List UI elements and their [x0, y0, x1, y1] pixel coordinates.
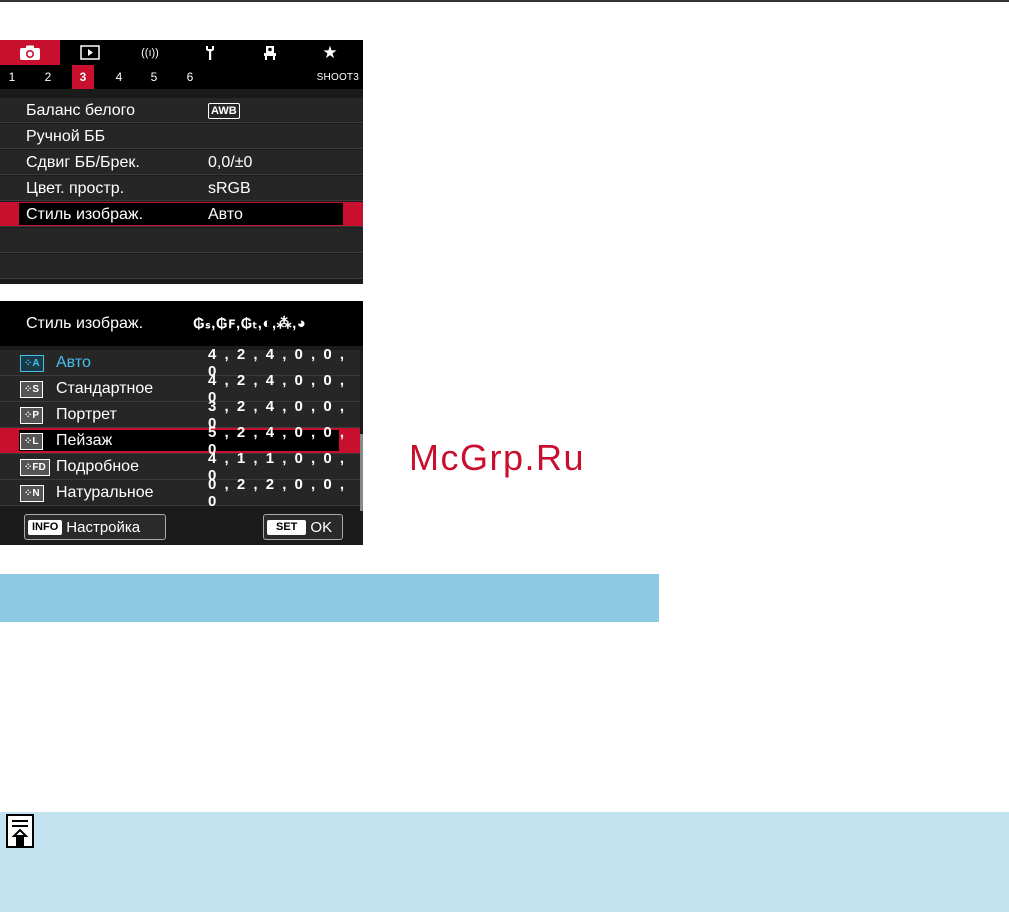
menu-row-empty	[0, 254, 363, 279]
menu-item-label: Ручной ББ	[26, 127, 106, 145]
menu-item-value: Авто	[208, 205, 243, 223]
page-5[interactable]: 5	[143, 65, 165, 89]
page-4[interactable]: 4	[108, 65, 130, 89]
menu-item-label: Стиль изображ.	[26, 205, 144, 223]
detail-set-label: Настройка	[66, 518, 141, 536]
style-auto-icon: ⁘A	[20, 355, 44, 372]
menu-item-picture-style[interactable]: Стиль изображ. Авто	[0, 202, 363, 227]
menu-item-label: Сдвиг ББ/Брек.	[26, 153, 140, 171]
page-3[interactable]: 3	[72, 65, 94, 89]
watermark: McGrp.Ru	[409, 437, 586, 478]
style-standard-icon: ⁘S	[20, 381, 44, 398]
parameter-icons: ₲ₛ,₲ꜰ,₲ₜ,◐,⁂,◕	[193, 315, 307, 332]
wrench-icon	[204, 45, 216, 61]
style-values: 0 , 2 , 2 , 0 , 0 , 0	[208, 476, 347, 510]
picture-style-screen: Стиль изображ. ₲ₛ,₲ꜰ,₲ₜ,◐,⁂,◕ ⁘A Авто 4 …	[0, 301, 363, 545]
style-portrait-icon: ⁘P	[20, 407, 44, 424]
style-name: Стандартное	[56, 380, 154, 397]
menu-item-label: Баланс белого	[26, 101, 136, 119]
menu-item-custom-wb[interactable]: Ручной ББ	[0, 124, 363, 149]
style-fine-detail-icon: ⁘FD	[20, 459, 50, 476]
style-row-neutral[interactable]: ⁘N Натуральное 0 , 2 , 2 , 0 , 0 , 0	[0, 476, 360, 510]
style-name: Подробное	[56, 458, 139, 475]
scrollbar[interactable]	[360, 434, 363, 512]
tab-custom-functions[interactable]	[240, 40, 300, 65]
wireless-icon: ((ı))	[141, 46, 159, 59]
style-landscape-icon: ⁘L	[20, 433, 43, 450]
page-6[interactable]: 6	[179, 65, 201, 89]
tab-playback[interactable]	[60, 40, 120, 65]
note-icon	[6, 814, 34, 859]
page-indicator: 1 2 3 4 5 6 SHOOT3	[0, 65, 363, 89]
section-heading-band	[0, 574, 659, 622]
style-name: Пейзаж	[56, 432, 113, 449]
tab-wireless[interactable]: ((ı))	[120, 40, 180, 65]
star-icon: ★	[322, 42, 338, 62]
ok-button[interactable]: SET OK	[263, 514, 343, 540]
menu-item-color-space[interactable]: Цвет. простр. sRGB	[0, 176, 363, 201]
detail-set-button[interactable]: INFO Настройка	[24, 514, 166, 540]
info-key: INFO	[28, 519, 63, 535]
menu-item-label: Цвет. простр.	[26, 179, 125, 197]
note-box	[0, 812, 1009, 912]
menu-tab-bar: ((ı)) ★	[0, 40, 363, 65]
custom-functions-icon	[262, 45, 278, 61]
menu-item-white-balance[interactable]: Баланс белого AWB	[0, 98, 363, 123]
style-name: Авто	[56, 354, 91, 371]
set-key: SET	[267, 519, 307, 535]
tab-my-menu[interactable]: ★	[300, 40, 360, 65]
top-rule	[0, 0, 1009, 2]
camera-icon	[19, 45, 41, 61]
style-name: Портрет	[56, 406, 117, 423]
menu-item-wb-shift[interactable]: Сдвиг ББ/Брек. 0,0/±0	[0, 150, 363, 175]
tab-shooting[interactable]	[0, 40, 60, 65]
screen-title: Стиль изображ.	[26, 315, 144, 332]
page-2[interactable]: 2	[37, 65, 59, 89]
menu-item-value: 0,0/±0	[208, 153, 253, 171]
button-bar: INFO Настройка SET OK	[0, 511, 363, 545]
tab-setup[interactable]	[180, 40, 240, 65]
awb-icon: AWB	[208, 102, 240, 119]
page-code: SHOOT3	[316, 71, 359, 83]
page-1[interactable]: 1	[1, 65, 23, 89]
playback-icon	[80, 45, 100, 60]
shoot-menu-screen: ((ı)) ★ 1 2 3 4 5 6 SHOOT3 Баланс белого…	[0, 40, 363, 284]
menu-item-value: sRGB	[208, 179, 251, 197]
picture-style-header: Стиль изображ. ₲ₛ,₲ꜰ,₲ₜ,◐,⁂,◕	[0, 301, 363, 346]
style-neutral-icon: ⁘N	[20, 485, 44, 502]
menu-item-value: AWB	[208, 98, 240, 123]
ok-label: OK	[310, 518, 333, 536]
style-name: Натуральное	[56, 484, 154, 501]
menu-row-empty	[0, 228, 363, 253]
